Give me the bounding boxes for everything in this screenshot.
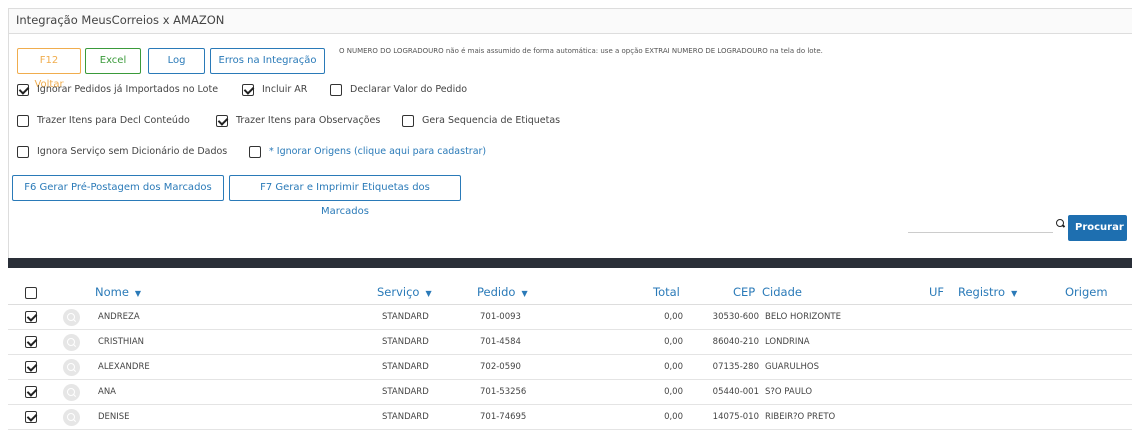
row-checkbox[interactable] [25, 336, 37, 348]
view-details-icon[interactable] [63, 309, 80, 326]
cell-cidade: RIBEIR?O PRETO [765, 412, 836, 422]
cell-pedido: 701-53256 [480, 387, 527, 397]
cell-cep: 07135-280 [712, 362, 759, 372]
row-checkbox[interactable] [25, 311, 37, 323]
col-origem[interactable]: Origem [1065, 285, 1108, 299]
declarar-valor-checkbox[interactable] [330, 84, 342, 96]
gera-sequencia-label: Gera Sequencia de Etiquetas [422, 115, 561, 126]
table-row[interactable]: ANDREZA STANDARD 701-0093 0,00 30530-600… [8, 306, 1132, 330]
view-details-icon[interactable] [63, 409, 80, 426]
cell-servico: STANDARD [382, 312, 429, 322]
cell-servico: STANDARD [382, 362, 429, 372]
pre-postagem-button[interactable]: F6 Gerar Pré-Postagem dos Marcados [12, 175, 224, 201]
cell-total: 0,00 [664, 387, 683, 397]
cell-nome: DENISE [98, 412, 130, 422]
table-header-bar [8, 258, 1132, 268]
ignorar-pedidos-checkbox[interactable] [17, 84, 29, 96]
ignora-servico-checkbox[interactable] [17, 146, 29, 158]
col-uf[interactable]: UF [929, 285, 944, 299]
cell-total: 0,00 [664, 362, 683, 372]
cell-total: 0,00 [664, 312, 683, 322]
excel-button[interactable]: Excel [85, 48, 141, 74]
row-checkbox[interactable] [25, 386, 37, 398]
cell-servico: STANDARD [382, 337, 429, 347]
search-button[interactable]: Procurar [1068, 215, 1127, 241]
ignorar-origens-checkbox[interactable] [249, 146, 261, 158]
view-details-icon[interactable] [63, 334, 80, 351]
col-total[interactable]: Total [653, 285, 680, 299]
cropped-text-strip [0, 0, 1132, 6]
cell-pedido: 701-0093 [480, 312, 521, 322]
trazer-decl-label: Trazer Itens para Decl Conteúdo [37, 115, 190, 126]
declarar-valor-label: Declarar Valor do Pedido [350, 84, 468, 95]
cell-cep: 30530-600 [712, 312, 759, 322]
col-cidade[interactable]: Cidade [762, 285, 802, 299]
log-button[interactable]: Log [148, 48, 205, 74]
table-row[interactable]: CRISTHIAN STANDARD 701-4584 0,00 86040-2… [8, 331, 1132, 355]
row-checkbox[interactable] [25, 361, 37, 373]
col-pedido[interactable]: Pedido ▼ [477, 285, 528, 299]
cell-pedido: 702-0590 [480, 362, 521, 372]
cell-nome: ANA [98, 387, 116, 397]
gera-sequencia-checkbox[interactable] [402, 115, 414, 127]
cell-cidade: LONDRINA [765, 337, 810, 347]
cell-cidade: BELO HORIZONTE [765, 312, 841, 322]
integration-errors-button[interactable]: Erros na Integração [210, 48, 325, 74]
incluir-ar-checkbox[interactable] [242, 84, 254, 96]
cell-nome: CRISTHIAN [98, 337, 145, 347]
cell-pedido: 701-74695 [480, 412, 527, 422]
table-row[interactable]: ANA STANDARD 701-53256 0,00 05440-001 S?… [8, 381, 1132, 405]
incluir-ar-label: Incluir AR [262, 84, 308, 95]
col-registro[interactable]: Registro ▼ [958, 285, 1017, 299]
select-all-checkbox[interactable] [25, 287, 37, 299]
trazer-obs-checkbox[interactable] [216, 115, 228, 127]
trazer-decl-checkbox[interactable] [17, 115, 29, 127]
view-details-icon[interactable] [63, 384, 80, 401]
cell-nome: ANDREZA [98, 312, 140, 322]
ignorar-origens-link[interactable]: * Ignorar Origens (clique aqui para cada… [269, 146, 486, 157]
table-header: Nome ▼ Serviço ▼ Pedido ▼ Total CEP Cidade … [8, 281, 1132, 305]
row-checkbox[interactable] [25, 411, 37, 423]
cell-cidade: S?O PAULO [765, 387, 813, 397]
cell-total: 0,00 [664, 412, 683, 422]
search-input[interactable] [908, 232, 1053, 233]
cell-servico: STANDARD [382, 412, 429, 422]
panel-title: Integração MeusCorreios x AMAZON [9, 9, 1132, 34]
cell-cidade: GUARULHOS [765, 362, 819, 372]
view-details-icon[interactable] [63, 359, 80, 376]
cell-cep: 14075-010 [712, 412, 759, 422]
print-labels-button[interactable]: F7 Gerar e Imprimir Etiquetas dos Marcad… [229, 175, 461, 217]
cell-total: 0,00 [664, 337, 683, 347]
col-nome[interactable]: Nome ▼ [95, 285, 141, 299]
trazer-obs-label: Trazer Itens para Observações [236, 115, 381, 126]
ignorar-pedidos-label: Ignorar Pedidos já Importados no Lote [37, 84, 219, 95]
cell-servico: STANDARD [382, 387, 429, 397]
table-row[interactable]: ALEXANDRE STANDARD 702-0590 0,00 07135-2… [8, 356, 1132, 380]
cell-cep: 86040-210 [712, 337, 759, 347]
col-servico[interactable]: Serviço ▼ [377, 285, 432, 299]
integration-panel: Integração MeusCorreios x AMAZON [8, 8, 1132, 258]
col-cep[interactable]: CEP [733, 285, 755, 299]
search-icon [1056, 219, 1064, 227]
cell-cep: 05440-001 [712, 387, 759, 397]
ignora-servico-label: Ignora Serviço sem Dicionário de Dados [37, 146, 228, 157]
cell-pedido: 701-4584 [480, 337, 521, 347]
logradouro-notice: O NUMERO DO LOGRADOURO não é mais assumi… [339, 47, 823, 55]
table-row[interactable]: DENISE STANDARD 701-74695 0,00 14075-010… [8, 406, 1132, 430]
back-button[interactable]: F12 Voltar [17, 48, 81, 90]
cell-nome: ALEXANDRE [98, 362, 150, 372]
